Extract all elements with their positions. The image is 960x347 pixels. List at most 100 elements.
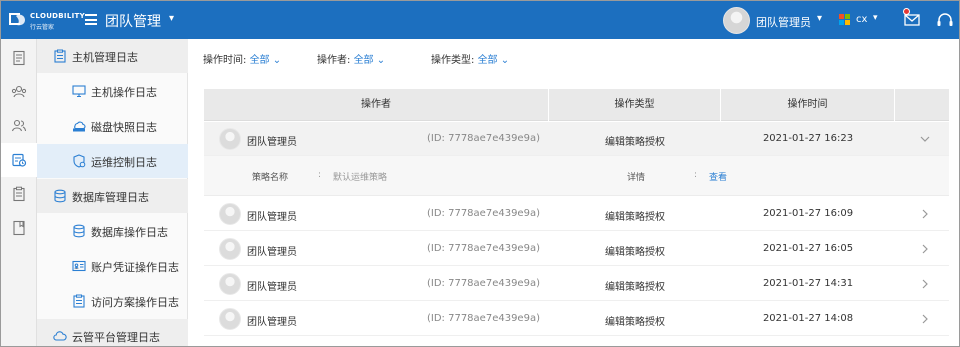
operation-type: 编辑策略授权 [605, 317, 665, 328]
filter-operator[interactable]: 操作者: 全部 ⌄ [317, 51, 385, 66]
column-header-time: 操作时间 [721, 89, 895, 121]
table-row[interactable]: 团队管理员 (ID: 7778ae7e439e9a) 编辑策略授权 2021-0… [204, 122, 949, 156]
operation-type: 编辑策略授权 [605, 282, 665, 293]
avatar [219, 273, 241, 295]
shield-icon [73, 154, 86, 168]
column-header-expand [895, 89, 949, 121]
chevron-down-icon[interactable]: ⌄ [270, 55, 281, 66]
table-row[interactable]: 团队管理员 (ID: 7778ae7e439e9a) 编辑策略授权 2021-0… [204, 232, 949, 266]
chevron-right-icon[interactable] [919, 278, 931, 290]
nav-label: 云管平台管理日志 [72, 331, 160, 344]
filter-value[interactable]: 全部 [250, 55, 270, 66]
chevron-down-icon[interactable]: ⌄ [374, 55, 385, 66]
team-icon [11, 85, 27, 98]
separator: : [694, 170, 698, 180]
nav-label: 运维控制日志 [91, 156, 157, 169]
avatar [219, 308, 241, 330]
rail-item-overview[interactable] [1, 41, 37, 75]
rail-item-tasks[interactable] [1, 177, 37, 211]
filter-label: 操作类型: [431, 55, 475, 66]
brand-name: CLOUDBILITY [30, 12, 85, 20]
operator-name: 团队管理员 [247, 137, 297, 148]
operation-time: 2021-01-27 16:23 [762, 133, 854, 144]
table-row[interactable]: 团队管理员 (ID: 7778ae7e439e9a) 编辑策略授权 2021-0… [204, 302, 949, 336]
audit-log-icon [12, 153, 27, 167]
table-row[interactable]: 团队管理员 (ID: 7778ae7e439e9a) 编辑策略授权 2021-0… [204, 267, 949, 301]
table-row[interactable]: 团队管理员 (ID: 7778ae7e439e9a) 编辑策略授权 2021-0… [204, 197, 949, 231]
column-header-type: 操作类型 [549, 89, 721, 121]
chevron-down-icon[interactable] [919, 133, 931, 145]
policy-name-value: 默认运维策略 [333, 173, 388, 183]
clipboard-icon [13, 186, 25, 202]
operator-id: (ID: 7778ae7e439e9a) [427, 243, 540, 254]
nav-label: 账户凭证操作日志 [91, 261, 179, 274]
nav-db-mgmt-log[interactable]: 数据库管理日志 [37, 179, 188, 213]
document-icon [13, 50, 25, 66]
nav-disk-snapshot-log[interactable]: 磁盘快照日志 [37, 109, 188, 143]
notification-badge [903, 8, 910, 15]
nav-label: 数据库操作日志 [91, 226, 168, 239]
chevron-right-icon[interactable] [919, 243, 931, 255]
main-content: 操作时间: 全部 ⌄ 操作者: 全部 ⌄ 操作类型: 全部 ⌄ 操作者 操作类型… [188, 39, 959, 346]
rail-item-audit-log[interactable] [1, 143, 37, 177]
policy-name-label: 策略名称 [252, 173, 289, 183]
operator-id: (ID: 7778ae7e439e9a) [427, 208, 540, 219]
nav-label: 主机操作日志 [91, 86, 157, 99]
table-header: 操作者 操作类型 操作时间 [204, 89, 949, 121]
app-window: CLOUDBILITY 行云管家 团队管理 ▾ 团队管理员 ▾ cx ▾ 主机管… [0, 0, 960, 347]
filter-label: 操作时间: [203, 55, 247, 66]
operation-time: 2021-01-27 16:05 [762, 243, 854, 254]
brand-logo[interactable]: CLOUDBILITY 行云管家 [7, 8, 85, 32]
user-menu[interactable]: 团队管理员 [756, 14, 811, 30]
nav-label: 磁盘快照日志 [91, 121, 157, 134]
chevron-right-icon[interactable] [919, 208, 931, 220]
view-detail-link[interactable]: 查看 [709, 170, 727, 183]
log-nav: 主机管理日志 主机操作日志 磁盘快照日志 运维控制日志 数据库管理日志 数据库操… [37, 39, 188, 346]
filter-value[interactable]: 全部 [478, 55, 498, 66]
cloud-logo-icon [9, 13, 25, 26]
filter-type[interactable]: 操作类型: 全部 ⌄ [431, 51, 509, 66]
tenant-selector[interactable]: cx [856, 14, 867, 25]
operator-name: 团队管理员 [247, 212, 297, 223]
team-selector[interactable]: 团队管理 [105, 11, 161, 31]
operator-name: 团队管理员 [247, 282, 297, 293]
chevron-down-icon[interactable]: ⌄ [498, 55, 509, 66]
filter-value[interactable]: 全部 [354, 55, 374, 66]
nav-credential-log[interactable]: 账户凭证操作日志 [37, 249, 188, 283]
nav-db-operation-log[interactable]: 数据库操作日志 [37, 214, 188, 248]
rail-item-team[interactable] [1, 75, 37, 109]
detail-label: 详情 [627, 173, 646, 183]
nav-host-operation-log[interactable]: 主机操作日志 [37, 74, 188, 108]
monitor-icon [72, 85, 86, 98]
filter-label: 操作者: [317, 55, 351, 66]
chevron-down-icon[interactable]: ▾ [873, 13, 878, 23]
cloud-icon [53, 331, 67, 341]
mail-icon[interactable] [904, 13, 920, 27]
operator-name: 团队管理员 [247, 317, 297, 328]
nav-host-mgmt-log[interactable]: 主机管理日志 [37, 39, 188, 73]
avatar [219, 203, 241, 225]
menu-icon[interactable] [85, 14, 97, 25]
avatar[interactable] [723, 7, 750, 34]
operation-type: 编辑策略授权 [605, 247, 665, 258]
nav-label: 数据库管理日志 [72, 191, 149, 204]
nav-ops-control-log[interactable]: 运维控制日志 [37, 144, 188, 178]
chevron-down-icon[interactable]: ▾ [169, 13, 174, 24]
id-card-icon [72, 260, 86, 272]
cloud-disk-icon [73, 121, 86, 132]
nav-cloud-platform-log[interactable]: 云管平台管理日志 [37, 319, 188, 346]
nav-label: 访问方案操作日志 [91, 296, 179, 309]
rail-item-docs[interactable] [1, 211, 37, 245]
nav-access-plan-log[interactable]: 访问方案操作日志 [37, 284, 188, 318]
chevron-right-icon[interactable] [919, 313, 931, 325]
operation-time: 2021-01-27 16:09 [762, 208, 854, 219]
operator-id: (ID: 7778ae7e439e9a) [427, 133, 540, 144]
book-icon [13, 220, 25, 236]
filter-time[interactable]: 操作时间: 全部 ⌄ [203, 51, 281, 66]
headset-icon[interactable] [936, 12, 954, 28]
chevron-down-icon[interactable]: ▾ [817, 13, 822, 24]
rail-item-users[interactable] [1, 109, 37, 143]
database-icon [73, 224, 85, 238]
operator-id: (ID: 7778ae7e439e9a) [427, 313, 540, 324]
top-bar: CLOUDBILITY 行云管家 团队管理 ▾ 团队管理员 ▾ cx ▾ [1, 1, 959, 39]
